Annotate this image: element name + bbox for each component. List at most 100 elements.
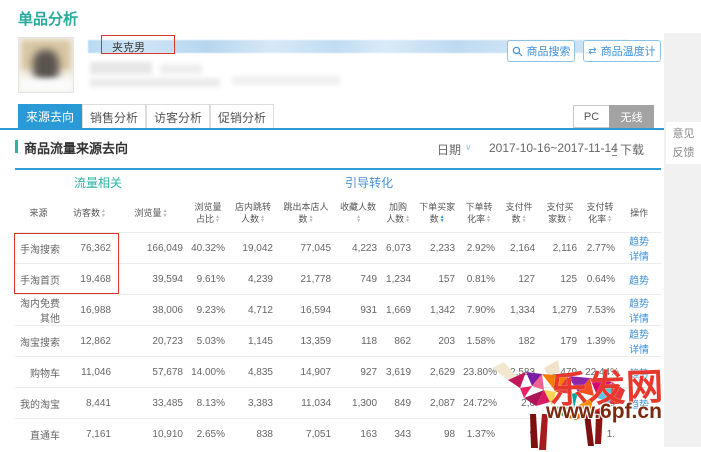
value-cell: 22.44% [583,357,621,388]
tab-sales-analysis[interactable]: 销售分析 [82,104,146,129]
sort-icon[interactable]: ▲▼ [405,215,410,224]
redacted-text-bar [90,78,220,87]
feedback-line2: 反馈 [666,144,701,163]
product-search-label: 商品搜索 [527,43,571,59]
table-row: 淘内免费其他16,98838,0069.23%4,71216,5949311,6… [15,295,661,326]
value-cell: 57,678 [117,357,189,388]
column-header[interactable]: 支付转化率▲▼ [583,195,621,233]
action-link[interactable]: 详情 [629,252,649,263]
action-link[interactable]: 趋势 [629,369,649,380]
value-cell: 127 [501,264,541,295]
date-dropdown[interactable]: 日期 [437,141,461,158]
sort-icon[interactable]: ▲▼ [522,215,527,224]
action-link[interactable]: 详情 [629,345,649,356]
value-cell: 5.03% [189,326,231,357]
value-cell: 10,910 [117,419,189,450]
value-cell: 2,233 [417,233,461,264]
action-link[interactable]: 趋势 [629,299,649,310]
value-cell: 7,161 [66,419,117,450]
sort-icon[interactable]: ▲▼ [567,215,572,224]
column-header: 来源 [15,195,66,233]
sort-icon[interactable]: ▲▼ [309,215,314,224]
source-cell: 直通车 [15,419,66,450]
column-header[interactable]: 支付件数▲▼ [501,195,541,233]
value-cell: 2.77% [583,233,621,264]
device-toggle-wireless[interactable]: 无线 [609,105,654,128]
actions-cell: 趋势详情 [621,326,661,357]
value-cell: 2,479 [541,357,583,388]
value-cell: 2,116 [541,233,583,264]
download-icon: ↓ [612,144,617,156]
value-cell: 2,0 [501,388,541,419]
download-link[interactable]: ↓ 下载 [612,141,644,158]
value-cell: 157 [417,264,461,295]
traffic-table: 流量相关引导转化来源访客数▲▼浏览量▲▼浏览量占比▲▼店内跳转人数▲▼跳出本店人… [15,168,661,449]
column-header[interactable]: 跳出本店人数▲▼ [279,195,337,233]
product-thermometer-button[interactable]: ⇄ 商品温度计 [583,40,661,62]
action-link[interactable]: 趋势 [629,330,649,341]
column-header[interactable]: 加购人数▲▼ [383,195,417,233]
column-header[interactable]: 收藏人数▲▼ [337,195,383,233]
value-cell: 2.6 [583,388,621,419]
table-row: 直通车7,16110,9102.65%8387,051163343981.37%… [15,419,661,450]
column-header[interactable]: 下单买家数▲▼ [417,195,461,233]
value-cell: 2.92% [461,233,501,264]
tab-visitor-analysis[interactable]: 访客分析 [146,104,210,129]
value-cell: 76,362 [66,233,117,264]
table-row: 手淘搜索76,362166,04940.32%19,04277,0454,223… [15,233,661,264]
value-cell: 20,723 [117,326,189,357]
value-cell: 4,223 [337,233,383,264]
product-title-highlight: 夹克男 [112,39,145,55]
value-cell: 7.53% [583,295,621,326]
table-corner [15,170,66,195]
device-toggle-pc[interactable]: PC [573,105,610,128]
value-cell: 8,441 [66,388,117,419]
action-link[interactable]: 趋势 [629,276,649,287]
value-cell: 9 [501,419,541,450]
product-search-button[interactable]: 商品搜索 [507,40,575,62]
value-cell [541,419,583,450]
value-cell: 163 [337,419,383,450]
value-cell: 203 [417,326,461,357]
sort-icon[interactable]: ▲▼ [486,215,491,224]
sort-icon[interactable]: ▲▼ [215,215,220,224]
tab-source-destination[interactable]: 来源去向 [18,104,82,129]
column-header[interactable]: 支付买家数▲▼ [541,195,583,233]
column-header[interactable]: 浏览量占比▲▼ [189,195,231,233]
sort-icon[interactable]: ▲▼ [101,209,106,218]
sort-icon[interactable]: ▲▼ [440,215,445,224]
value-cell: 0.64% [583,264,621,295]
value-cell: 38,006 [117,295,189,326]
column-header[interactable]: 店内跳转人数▲▼ [231,195,279,233]
value-cell: 2,087 [417,388,461,419]
feedback-line1: 意见 [666,125,701,144]
source-cell: 手淘首页 [15,264,66,295]
sort-icon[interactable]: ▲▼ [260,215,265,224]
value-cell: 9.23% [189,295,231,326]
actions-cell: 趋势详情 [621,233,661,264]
value-cell: 1,334 [501,295,541,326]
action-link[interactable]: 详情 [629,314,649,325]
tab-promotion-analysis[interactable]: 促销分析 [210,104,274,129]
value-cell: 2.65% [189,419,231,450]
sort-icon[interactable]: ▲▼ [607,215,612,224]
page-gutter [664,33,701,447]
sort-icon[interactable]: ▲▼ [163,209,168,218]
column-header[interactable]: 访客数▲▼ [66,195,117,233]
value-cell: 19,468 [66,264,117,295]
feedback-tab[interactable]: 意见 反馈 [666,122,701,164]
value-cell: 1.58% [461,326,501,357]
value-cell: 33,485 [117,388,189,419]
action-link[interactable]: 趋势 [629,237,649,248]
column-header[interactable]: 浏览量▲▼ [117,195,189,233]
value-cell: 77,045 [279,233,337,264]
action-link[interactable]: 趋势 [629,400,649,411]
value-cell: 40.32% [189,233,231,264]
value-cell: 3,383 [231,388,279,419]
value-cell: 98 [417,419,461,450]
column-header[interactable]: 下单转化率▲▼ [461,195,501,233]
sort-icon[interactable]: ▲▼ [356,215,361,224]
value-cell: 849 [383,388,417,419]
thumb-blur-blob [19,78,73,92]
value-cell: 931 [337,295,383,326]
